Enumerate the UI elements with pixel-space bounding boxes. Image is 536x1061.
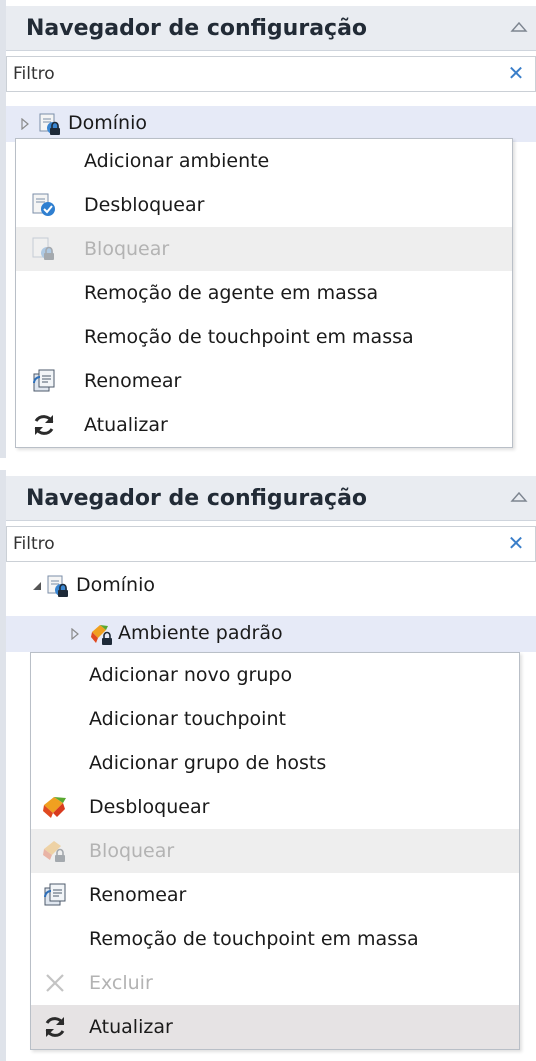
menu-item-bulk-touchpoint-removal[interactable]: Remoção de touchpoint em massa bbox=[16, 315, 512, 359]
menu-item-label: Adicionar grupo de hosts bbox=[89, 752, 327, 774]
unlock-environment-icon bbox=[43, 797, 66, 818]
menu-item-refresh[interactable]: Atualizar bbox=[31, 1005, 519, 1049]
menu-item-label: Desbloquear bbox=[84, 194, 205, 216]
menu-item-rename[interactable]: Renomear bbox=[16, 359, 512, 403]
menu-item-lock[interactable]: Bloquear bbox=[16, 227, 512, 271]
tree-node-label: Ambiente padrão bbox=[118, 622, 283, 644]
menu-item-add-environment[interactable]: Adicionar ambiente bbox=[16, 139, 512, 183]
unlock-domain-icon bbox=[32, 193, 55, 216]
tree-node-domain[interactable]: Domínio bbox=[6, 106, 536, 142]
filter-box: ✕ bbox=[6, 56, 536, 92]
collapse-arrow-icon[interactable] bbox=[32, 580, 42, 592]
refresh-icon bbox=[45, 1017, 65, 1037]
delete-icon bbox=[46, 974, 64, 992]
menu-item-unlock[interactable]: Desbloquear bbox=[31, 785, 519, 829]
context-menu: Adicionar novo grupo Adicionar touchpoin… bbox=[30, 652, 520, 1050]
menu-item-label: Atualizar bbox=[89, 1016, 173, 1038]
panel-header: Navegador de configuração bbox=[6, 476, 536, 521]
environment-locked-icon bbox=[91, 625, 112, 645]
panel-title: Navegador de configuração bbox=[26, 486, 368, 511]
close-icon[interactable]: ✕ bbox=[505, 531, 527, 555]
menu-item-label: Adicionar ambiente bbox=[84, 150, 270, 172]
filter-input[interactable] bbox=[7, 527, 493, 561]
tree-node-domain[interactable]: Domínio bbox=[6, 568, 536, 604]
menu-item-label: Desbloquear bbox=[89, 796, 210, 818]
context-menu: Adicionar ambiente Desbloquear Bloquear … bbox=[15, 138, 513, 448]
rename-icon bbox=[44, 883, 66, 906]
lock-environment-icon bbox=[43, 841, 65, 862]
filter-input[interactable] bbox=[7, 57, 493, 91]
menu-item-label: Remoção de touchpoint em massa bbox=[89, 928, 419, 950]
menu-item-label: Bloquear bbox=[84, 238, 170, 260]
menu-item-bulk-agent-removal[interactable]: Remoção de agente em massa bbox=[16, 271, 512, 315]
menu-item-add-touchpoint[interactable]: Adicionar touchpoint bbox=[31, 697, 519, 741]
menu-item-label: Adicionar touchpoint bbox=[89, 708, 286, 730]
config-navigator-panel: Navegador de configuração ✕ Domínio bbox=[0, 470, 536, 1061]
menu-item-unlock[interactable]: Desbloquear bbox=[16, 183, 512, 227]
panel-header: Navegador de configuração bbox=[6, 6, 536, 51]
menu-item-delete[interactable]: Excluir bbox=[31, 961, 519, 1005]
menu-item-label: Renomear bbox=[84, 370, 182, 392]
menu-item-label: Excluir bbox=[89, 972, 153, 994]
menu-item-label: Remoção de agente em massa bbox=[84, 282, 379, 304]
menu-item-lock[interactable]: Bloquear bbox=[31, 829, 519, 873]
lock-domain-icon bbox=[32, 237, 54, 260]
chevron-up-icon[interactable] bbox=[510, 490, 528, 504]
tree-node-label: Domínio bbox=[68, 112, 147, 134]
rename-icon bbox=[33, 369, 55, 392]
menu-item-add-host-group[interactable]: Adicionar grupo de hosts bbox=[31, 741, 519, 785]
refresh-icon bbox=[34, 415, 54, 435]
menu-item-label: Atualizar bbox=[84, 414, 168, 436]
menu-item-label: Remoção de touchpoint em massa bbox=[84, 326, 414, 348]
menu-item-bulk-touchpoint-removal[interactable]: Remoção de touchpoint em massa bbox=[31, 917, 519, 961]
menu-item-refresh[interactable]: Atualizar bbox=[16, 403, 512, 447]
expand-arrow-icon[interactable] bbox=[20, 118, 30, 130]
menu-item-add-new-group[interactable]: Adicionar novo grupo bbox=[31, 653, 519, 697]
menu-item-rename[interactable]: Renomear bbox=[31, 873, 519, 917]
menu-item-label: Renomear bbox=[89, 884, 187, 906]
panel-title: Navegador de configuração bbox=[26, 16, 368, 41]
tree-node-default-environment[interactable]: Ambiente padrão bbox=[6, 616, 536, 652]
domain-locked-icon bbox=[39, 113, 60, 135]
domain-locked-icon bbox=[47, 575, 68, 597]
filter-box: ✕ bbox=[6, 526, 536, 562]
chevron-up-icon[interactable] bbox=[510, 20, 528, 34]
tree-node-label: Domínio bbox=[76, 574, 155, 596]
expand-arrow-icon[interactable] bbox=[70, 628, 80, 640]
close-icon[interactable]: ✕ bbox=[505, 61, 527, 85]
menu-item-label: Bloquear bbox=[89, 840, 175, 862]
config-navigator-panel: Navegador de configuração ✕ Domínio Adic… bbox=[0, 0, 536, 458]
menu-item-label: Adicionar novo grupo bbox=[89, 664, 293, 686]
